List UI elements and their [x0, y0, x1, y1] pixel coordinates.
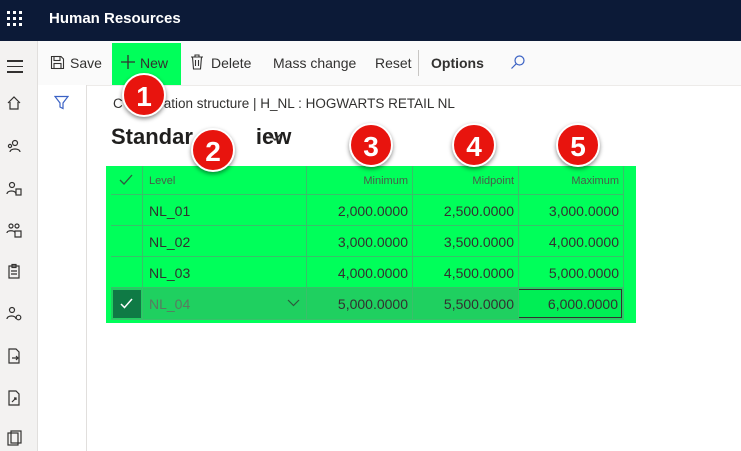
- delete-icon[interactable]: [190, 54, 204, 70]
- table-row-level[interactable]: NL_02: [149, 234, 190, 250]
- app-launcher-icon[interactable]: [7, 11, 23, 27]
- grid-line: [111, 256, 624, 257]
- menu-icon[interactable]: [7, 60, 23, 77]
- delete-button[interactable]: Delete: [211, 55, 251, 71]
- maximum-edit-value[interactable]: 6,000.0000: [518, 296, 618, 312]
- callout-badge-3: 3: [349, 123, 393, 167]
- table-row-minimum[interactable]: 4,000.0000: [306, 265, 408, 281]
- mass-change-button[interactable]: Mass change: [273, 55, 356, 71]
- table-row-midpoint[interactable]: 2,500.0000: [412, 203, 514, 219]
- table-row-maximum[interactable]: 4,000.0000: [518, 234, 619, 250]
- options-button[interactable]: Options: [431, 55, 484, 71]
- grid-line: [142, 166, 143, 319]
- callout-badge-4: 4: [452, 123, 496, 167]
- view-title-part1: Standar: [111, 124, 193, 149]
- grid-line: [111, 225, 624, 226]
- table-row-minimum[interactable]: 2,000.0000: [306, 203, 408, 219]
- level-dropdown[interactable]: NL_04: [149, 296, 190, 312]
- table-row-midpoint[interactable]: 3,500.0000: [412, 234, 514, 250]
- column-header-level[interactable]: Level: [149, 175, 175, 187]
- save-button[interactable]: Save: [70, 55, 102, 71]
- person-document-icon[interactable]: [6, 180, 22, 196]
- person-settings-icon[interactable]: [6, 305, 22, 321]
- home-icon[interactable]: [6, 95, 22, 111]
- table-row-midpoint[interactable]: 4,500.0000: [412, 265, 514, 281]
- table-row-minimum[interactable]: 3,000.0000: [306, 234, 408, 250]
- document-arrow-icon[interactable]: [6, 348, 22, 364]
- new-button[interactable]: New: [140, 55, 168, 71]
- grid-line: [111, 319, 624, 320]
- callout-badge-5: 5: [556, 123, 600, 167]
- table-row-midpoint[interactable]: 5,500.0000: [412, 296, 514, 312]
- table-row-maximum[interactable]: 3,000.0000: [518, 203, 619, 219]
- select-all-checkmark-icon[interactable]: [119, 174, 133, 185]
- action-separator: [418, 50, 419, 76]
- reset-button[interactable]: Reset: [375, 55, 412, 71]
- people-icon[interactable]: [6, 138, 22, 154]
- search-icon[interactable]: [510, 54, 526, 70]
- column-header-midpoint[interactable]: Midpoint: [412, 175, 514, 187]
- filter-pane: [38, 85, 87, 451]
- save-icon[interactable]: [50, 55, 65, 70]
- app-title: Human Resources: [49, 10, 181, 27]
- clipboard-icon[interactable]: [6, 263, 22, 279]
- table-row-level[interactable]: NL_03: [149, 265, 190, 281]
- chevron-down-icon[interactable]: [268, 133, 282, 142]
- column-header-minimum[interactable]: Minimum: [306, 175, 408, 187]
- breadcrumb-rest: ation structure | H_NL : HOGWARTS RETAIL…: [163, 96, 455, 111]
- top-bar: Human Resources: [0, 0, 741, 41]
- grid-line: [623, 166, 624, 319]
- callout-badge-2: 2: [191, 128, 235, 172]
- document-share-icon[interactable]: [6, 390, 22, 406]
- table-row-minimum[interactable]: 5,000.0000: [306, 296, 408, 312]
- callout-badge-1: 1: [122, 73, 166, 117]
- add-icon[interactable]: [121, 55, 135, 69]
- chevron-down-icon[interactable]: [287, 299, 300, 307]
- grid-line: [111, 287, 624, 288]
- column-header-maximum[interactable]: Maximum: [518, 175, 619, 187]
- filter-icon[interactable]: [54, 95, 69, 110]
- table-row-level[interactable]: NL_01: [149, 203, 190, 219]
- grid-line: [111, 194, 624, 195]
- documents-icon[interactable]: [6, 430, 22, 446]
- table-row-maximum[interactable]: 5,000.0000: [518, 265, 619, 281]
- people-team-icon[interactable]: [6, 222, 22, 238]
- row-checkmark-icon: [120, 298, 133, 309]
